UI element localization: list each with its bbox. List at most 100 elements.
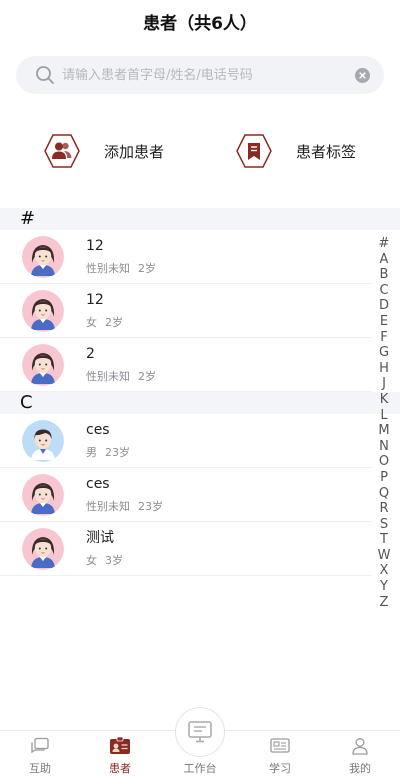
add-patient-label: 添加患者 xyxy=(103,142,164,161)
index-letter[interactable]: G xyxy=(379,345,389,361)
patient-row[interactable]: 2 性别未知 2岁 xyxy=(0,338,372,392)
index-letter[interactable]: C xyxy=(379,283,388,299)
tab-label: 患者 xyxy=(109,762,131,775)
search-icon xyxy=(34,64,56,86)
patient-meta: 男 23岁 xyxy=(86,444,130,460)
patient-tags-label: 患者标签 xyxy=(295,142,356,161)
index-letter[interactable]: D xyxy=(379,298,389,314)
index-letter[interactable]: Z xyxy=(380,595,389,611)
patient-row[interactable]: 12 女 2岁 xyxy=(0,284,372,338)
index-letter[interactable]: H xyxy=(379,361,389,377)
patient-meta: 女 3岁 xyxy=(86,552,123,568)
patient-name: ces xyxy=(86,422,110,438)
avatar-female xyxy=(22,527,64,570)
add-patient-button[interactable]: 添加患者 xyxy=(44,133,164,169)
avatar-male xyxy=(22,419,64,462)
tab-label: 我的 xyxy=(349,762,371,775)
patient-age: 2岁 xyxy=(138,370,156,383)
index-letter[interactable]: W xyxy=(378,548,391,564)
patient-row[interactable]: ces 性别未知 23岁 xyxy=(0,468,372,522)
patient-name: 2 xyxy=(86,346,95,362)
index-letter[interactable]: P xyxy=(380,470,388,486)
patient-info: ces 性别未知 23岁 xyxy=(86,475,163,514)
patient-gender: 女 xyxy=(86,554,97,567)
avatar-female xyxy=(22,235,64,278)
patient-name: 测试 xyxy=(86,530,114,546)
index-letter[interactable]: # xyxy=(379,236,390,252)
search-bar[interactable] xyxy=(16,56,384,94)
section-header-c: C xyxy=(0,392,400,414)
patient-row[interactable]: 测试 女 3岁 xyxy=(0,522,372,576)
clear-icon[interactable] xyxy=(354,67,370,83)
search-input[interactable] xyxy=(62,67,354,83)
index-letter[interactable]: F xyxy=(380,330,387,346)
workbench-icon xyxy=(175,707,225,757)
index-letter[interactable]: R xyxy=(379,501,388,517)
patient-meta: 性别未知 2岁 xyxy=(86,260,156,276)
patient-meta: 性别未知 2岁 xyxy=(86,368,156,384)
patient-age: 23岁 xyxy=(138,500,163,513)
add-patient-icon xyxy=(44,133,80,169)
tag-bookmark-icon xyxy=(236,133,272,169)
tab-study[interactable]: 学习 xyxy=(240,731,320,780)
index-letter[interactable]: N xyxy=(379,439,389,455)
patient-age: 2岁 xyxy=(138,262,156,275)
patient-gender: 男 xyxy=(86,446,97,459)
index-letter[interactable]: A xyxy=(380,252,389,268)
patient-info: 2 性别未知 2岁 xyxy=(86,345,156,384)
index-letter[interactable]: Y xyxy=(380,579,388,595)
section-header-hash: # xyxy=(0,208,400,230)
chat-icon xyxy=(29,735,51,757)
patient-info: 测试 女 3岁 xyxy=(86,529,123,568)
avatar-female xyxy=(22,343,64,386)
tab-workbench[interactable]: 工作台 xyxy=(160,707,240,780)
patient-age: 23岁 xyxy=(105,446,130,459)
index-letter[interactable]: X xyxy=(380,563,389,579)
alphabet-index-bar[interactable]: # A B C D E F G H J K L M N O P Q R S T … xyxy=(376,236,392,610)
patient-info: 12 性别未知 2岁 xyxy=(86,237,156,276)
patient-gender: 性别未知 xyxy=(86,370,130,383)
patient-age: 2岁 xyxy=(105,316,123,329)
tab-patients[interactable]: 患者 xyxy=(80,731,160,780)
profile-icon xyxy=(349,735,371,757)
tab-label: 互助 xyxy=(29,762,51,775)
app-header: 患者（共6人） xyxy=(0,0,400,42)
patient-meta: 女 2岁 xyxy=(86,314,123,330)
patient-name: 12 xyxy=(86,292,104,308)
index-letter[interactable]: M xyxy=(378,423,389,439)
patient-age: 3岁 xyxy=(105,554,123,567)
quick-actions: 添加患者 患者标签 xyxy=(0,94,400,208)
patient-name: ces xyxy=(86,476,110,492)
search-container xyxy=(0,42,400,94)
patient-gender: 性别未知 xyxy=(86,500,130,513)
patient-tags-button[interactable]: 患者标签 xyxy=(236,133,356,169)
patient-meta: 性别未知 23岁 xyxy=(86,498,163,514)
index-letter[interactable]: T xyxy=(380,532,388,548)
tab-label: 学习 xyxy=(269,762,291,775)
patient-gender: 性别未知 xyxy=(86,262,130,275)
index-letter[interactable]: L xyxy=(380,408,387,424)
index-letter[interactable]: S xyxy=(380,517,388,533)
index-letter[interactable]: O xyxy=(379,454,389,470)
patient-info: 12 女 2岁 xyxy=(86,291,123,330)
index-letter[interactable]: K xyxy=(380,392,389,408)
patient-info: ces 男 23岁 xyxy=(86,421,130,460)
avatar-female xyxy=(22,289,64,332)
bottom-tab-bar: 互助 患者 工作台 学习 我的 xyxy=(0,707,400,780)
patient-gender: 女 xyxy=(86,316,97,329)
page-title: 患者（共6人） xyxy=(143,13,257,34)
avatar-female xyxy=(22,473,64,516)
patient-card-icon xyxy=(109,735,131,757)
index-letter[interactable]: Q xyxy=(379,486,389,502)
tab-label: 工作台 xyxy=(183,762,217,775)
index-letter[interactable]: J xyxy=(382,376,386,392)
tab-me[interactable]: 我的 xyxy=(320,731,400,780)
patient-name: 12 xyxy=(86,238,104,254)
patient-row[interactable]: ces 男 23岁 xyxy=(0,414,372,468)
index-letter[interactable]: B xyxy=(380,267,389,283)
index-letter[interactable]: E xyxy=(380,314,388,330)
tab-mutual-aid[interactable]: 互助 xyxy=(0,731,80,780)
patient-list: # 12 性别未知 2岁 12 女 2岁 2 性别未知 2岁 C ces 男 2… xyxy=(0,208,400,576)
patient-row[interactable]: 12 性别未知 2岁 xyxy=(0,230,372,284)
study-icon xyxy=(269,735,291,757)
